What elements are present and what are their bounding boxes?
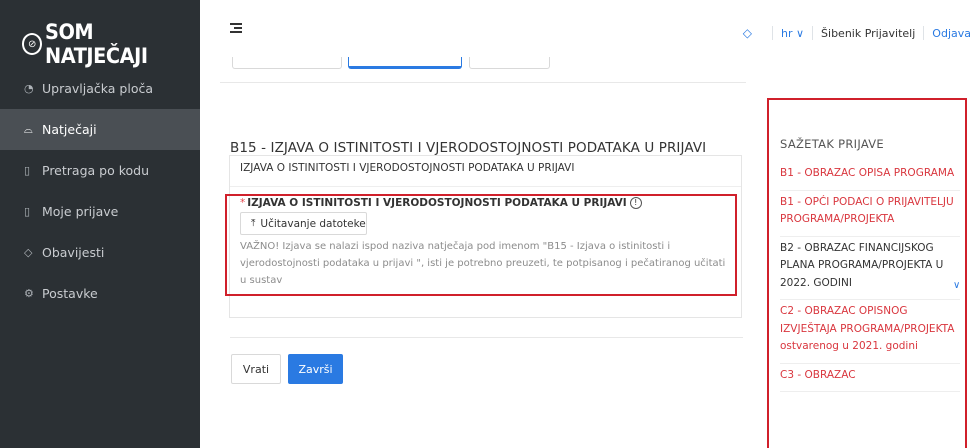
folder-open-icon: ⌓ — [24, 122, 33, 136]
sidebar-item-dashboard[interactable]: ◔ Upravljačka ploča — [0, 68, 200, 109]
tab-active[interactable] — [348, 57, 462, 69]
sidebar-item-label: Upravljačka ploča — [42, 81, 153, 96]
document-icon: ▯ — [24, 205, 31, 218]
summary-item[interactable]: B1 - OPĆI PODACI O PRIJAVITELJU PROGRAMA… — [780, 191, 960, 237]
dashboard-icon: ◔ — [24, 82, 34, 95]
summary-item[interactable]: B2 - OBRAZAC FINANCIJSKOG PLANA PROGRAMA… — [780, 237, 960, 300]
language-select[interactable]: hr ∨ — [781, 27, 804, 40]
summary-list: B1 - OBRAZAC OPISA PROGRAMA B1 - OPĆI PO… — [780, 162, 960, 392]
sidebar-item-tenders[interactable]: ⌓ Natječaji — [0, 109, 200, 150]
divider — [230, 186, 741, 187]
top-bar: ◇ hr ∨ Šibenik Prijavitelj Odjava — [200, 0, 971, 57]
back-button[interactable]: Vrati — [231, 354, 281, 384]
sidebar-item-label: Obavijesti — [42, 245, 105, 260]
summary-item[interactable]: B1 - OBRAZAC OPISA PROGRAMA — [780, 162, 960, 191]
finish-button[interactable]: Završi — [288, 354, 343, 384]
field-highlight-box — [225, 194, 737, 296]
logout-link[interactable]: Odjava — [932, 27, 971, 40]
sidebar-item-my-applications[interactable]: ▯ Moje prijave — [0, 191, 200, 232]
sidebar-nav: ◔ Upravljačka ploča ⌓ Natječaji ▯ Pretra… — [0, 68, 200, 314]
user-toolbar: ◇ hr ∨ Šibenik Prijavitelj Odjava — [743, 26, 971, 40]
chevron-down-icon[interactable]: ∨ — [953, 280, 960, 291]
sidebar-item-label: Pretraga po kodu — [42, 163, 149, 178]
tab-next[interactable] — [469, 57, 550, 69]
card-title: IZJAVA O ISTINITOSTI I VJERODOSTOJNOSTI … — [240, 162, 575, 174]
logo-icon: ⊘ — [22, 33, 43, 55]
bell-icon: ◇ — [24, 246, 33, 259]
sidebar-item-label: Postavke — [42, 286, 98, 301]
gear-icon: ⚙ — [24, 287, 34, 300]
sidebar-item-settings[interactable]: ⚙ Postavke — [0, 273, 200, 314]
divider — [771, 26, 773, 40]
summary-item[interactable]: C3 - OBRAZAC — [780, 364, 960, 392]
logo-text: SOM NATJEČAJI — [45, 20, 148, 68]
summary-item[interactable]: C2 - OBRAZAC OPISNOG IZVJEŠTAJA PROGRAMA… — [780, 300, 960, 364]
sidebar-item-notifications[interactable]: ◇ Obavijesti — [0, 232, 200, 273]
user-name[interactable]: Šibenik Prijavitelj — [821, 27, 915, 40]
divider — [812, 26, 814, 40]
divider — [923, 26, 925, 40]
sidebar-item-label: Moje prijave — [42, 204, 119, 219]
sidebar-item-label: Natječaji — [42, 122, 97, 137]
divider — [230, 337, 743, 338]
sidebar-item-search-by-code[interactable]: ▯ Pretraga po kodu — [0, 150, 200, 191]
tab-previous[interactable] — [232, 57, 342, 69]
app-logo[interactable]: ⊘ SOM NATJEČAJI — [22, 20, 200, 68]
divider — [220, 82, 746, 83]
document-search-icon: ▯ — [24, 164, 31, 177]
menu-toggle-icon[interactable] — [230, 23, 242, 34]
summary-title: SAŽETAK PRIJAVE — [780, 137, 884, 151]
sidebar: ⊘ SOM NATJEČAJI ◔ Upravljačka ploča ⌓ Na… — [0, 0, 200, 448]
notifications-bell-icon[interactable]: ◇ — [743, 26, 752, 40]
page-title: B15 - IZJAVA O ISTINITOSTI I VJERODOSTOJ… — [230, 140, 707, 156]
